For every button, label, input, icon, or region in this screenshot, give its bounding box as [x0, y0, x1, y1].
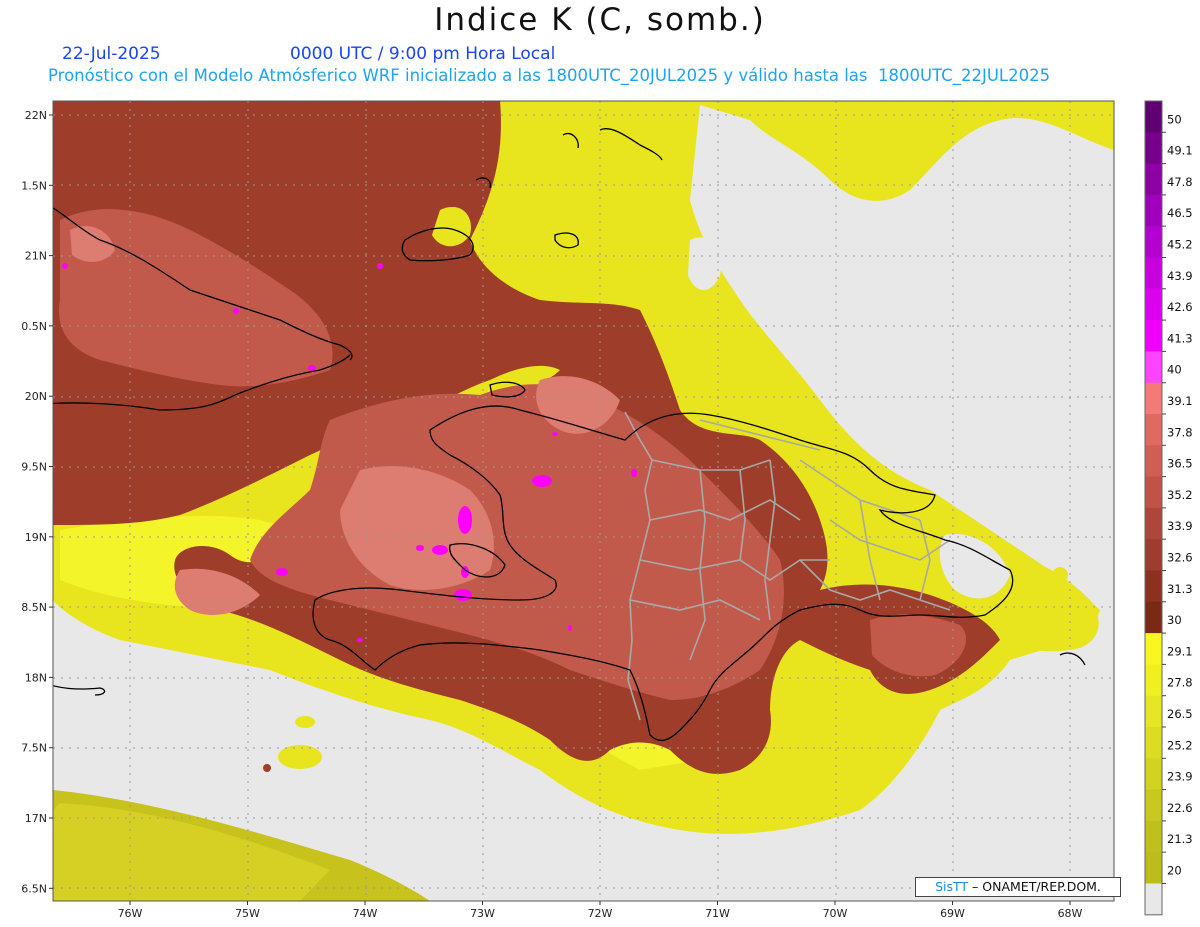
lat-label: 20N: [25, 390, 47, 403]
colorbar-swatch: [1145, 351, 1162, 384]
lat-label: 21N: [25, 250, 47, 263]
lon-label: 68W: [1058, 907, 1083, 920]
colorbar-swatch: [1145, 132, 1162, 165]
colorbar-label: 45.2: [1167, 238, 1193, 252]
colorbar-swatch: [1145, 226, 1162, 258]
colorbar-label: 33.9: [1167, 519, 1193, 533]
lat-label: 22N: [25, 109, 47, 122]
colorbar-label: 32.6: [1167, 551, 1193, 565]
colorbar-label: 35.2: [1167, 488, 1193, 502]
colorbar-label: 22.6: [1167, 801, 1193, 815]
colorbar-label: 49.1: [1167, 144, 1193, 158]
colorbar-swatch: [1145, 570, 1162, 603]
colorbar-label: 42.6: [1167, 300, 1193, 314]
lat-label: 18N: [25, 671, 47, 684]
lon-label: 70W: [823, 907, 848, 920]
lat-label: 0.5N: [21, 320, 47, 333]
lat-label: 19N: [25, 531, 47, 544]
colorbar-label: 26.5: [1167, 707, 1193, 721]
colorbar-swatch: [1145, 382, 1162, 415]
colorbar-swatch: [1145, 758, 1162, 791]
lon-label: 71W: [705, 907, 730, 920]
lon-label: 72W: [588, 907, 613, 920]
lat-label: 9.5N: [21, 461, 47, 474]
lon-label: 75W: [235, 907, 260, 920]
colorbar-label: 47.8: [1167, 175, 1193, 189]
lat-label: 6.5N: [21, 882, 47, 895]
colorbar-label: 37.8: [1167, 425, 1193, 439]
lon-label: 76W: [118, 907, 143, 920]
lon-label: 69W: [940, 907, 965, 920]
colorbar-swatch: [1145, 664, 1162, 697]
colorbar-swatch: [1145, 852, 1162, 884]
colorbar-label: 41.3: [1167, 331, 1193, 345]
colorbar-label: 27.8: [1167, 676, 1193, 690]
latitude-labels: 22N 1.5N 21N 0.5N 20N 9.5N 19N 8.5N 18N 7.5N 17N 6.…: [21, 109, 53, 895]
colorbar-swatch: [1145, 789, 1162, 822]
colorbar-label: 23.9: [1167, 770, 1193, 784]
colorbar: 50 49.1 47.8 46.5 45.2 43.9 42.6 41.3 40 39.1 37.8…: [1144, 100, 1193, 916]
lon-label: 74W: [353, 907, 378, 920]
colorbar-swatch: [1145, 633, 1162, 665]
colorbar-swatch: [1145, 414, 1162, 446]
colorbar-swatch: [1145, 194, 1162, 227]
colorbar-swatch: [1145, 257, 1162, 290]
credit-text: – ONAMET/REP.DOM.: [972, 879, 1101, 894]
map-figure: 22N 1.5N 21N 0.5N 20N 9.5N 19N 8.5N 18N 7.5N 17N 6.…: [21, 100, 1193, 920]
colorbar-label: 50: [1167, 112, 1182, 126]
longitude-labels: 76W 75W 74W 73W 72W 71W 70W 69W 68W: [118, 901, 1083, 920]
lat-label: 7.5N: [21, 742, 47, 755]
lat-label: 17N: [25, 812, 47, 825]
lon-label: 73W: [470, 907, 495, 920]
colorbar-label: 21.3: [1167, 832, 1193, 846]
colorbar-label: 43.9: [1167, 269, 1193, 283]
colorbar-swatch: [1145, 320, 1162, 352]
colorbar-label: 30: [1167, 613, 1182, 627]
colorbar-swatch: [1145, 601, 1162, 634]
colorbar-swatch: [1145, 476, 1162, 509]
colorbar-swatch: [1145, 163, 1162, 196]
lat-label: 1.5N: [21, 179, 47, 192]
colorbar-label: 31.3: [1167, 582, 1193, 596]
colorbar-swatch: [1145, 445, 1162, 478]
colorbar-label: 36.5: [1167, 457, 1193, 471]
colorbar-label: 20: [1167, 864, 1182, 878]
colorbar-swatch: [1145, 101, 1162, 133]
colorbar-swatch: [1145, 695, 1162, 728]
map-panel: [53, 101, 1114, 901]
colorbar-swatch: [1145, 727, 1162, 759]
colorbar-label: 40: [1167, 363, 1182, 377]
colorbar-swatch: [1145, 820, 1162, 853]
colorbar-label: 46.5: [1167, 206, 1193, 220]
lat-label: 8.5N: [21, 601, 47, 614]
colorbar-swatch: [1145, 883, 1162, 916]
colorbar-label: 29.1: [1167, 644, 1193, 658]
colorbar-swatch: [1145, 539, 1162, 571]
colorbar-label: 25.2: [1167, 738, 1193, 752]
colorbar-swatch: [1145, 507, 1162, 540]
brown-islet-south: [263, 764, 271, 772]
colorbar-label: 39.1: [1167, 394, 1193, 408]
credit-brand: SisTT: [935, 879, 969, 894]
credit-box: SisTT – ONAMET/REP.DOM.: [915, 877, 1121, 897]
colorbar-swatch: [1145, 288, 1162, 321]
